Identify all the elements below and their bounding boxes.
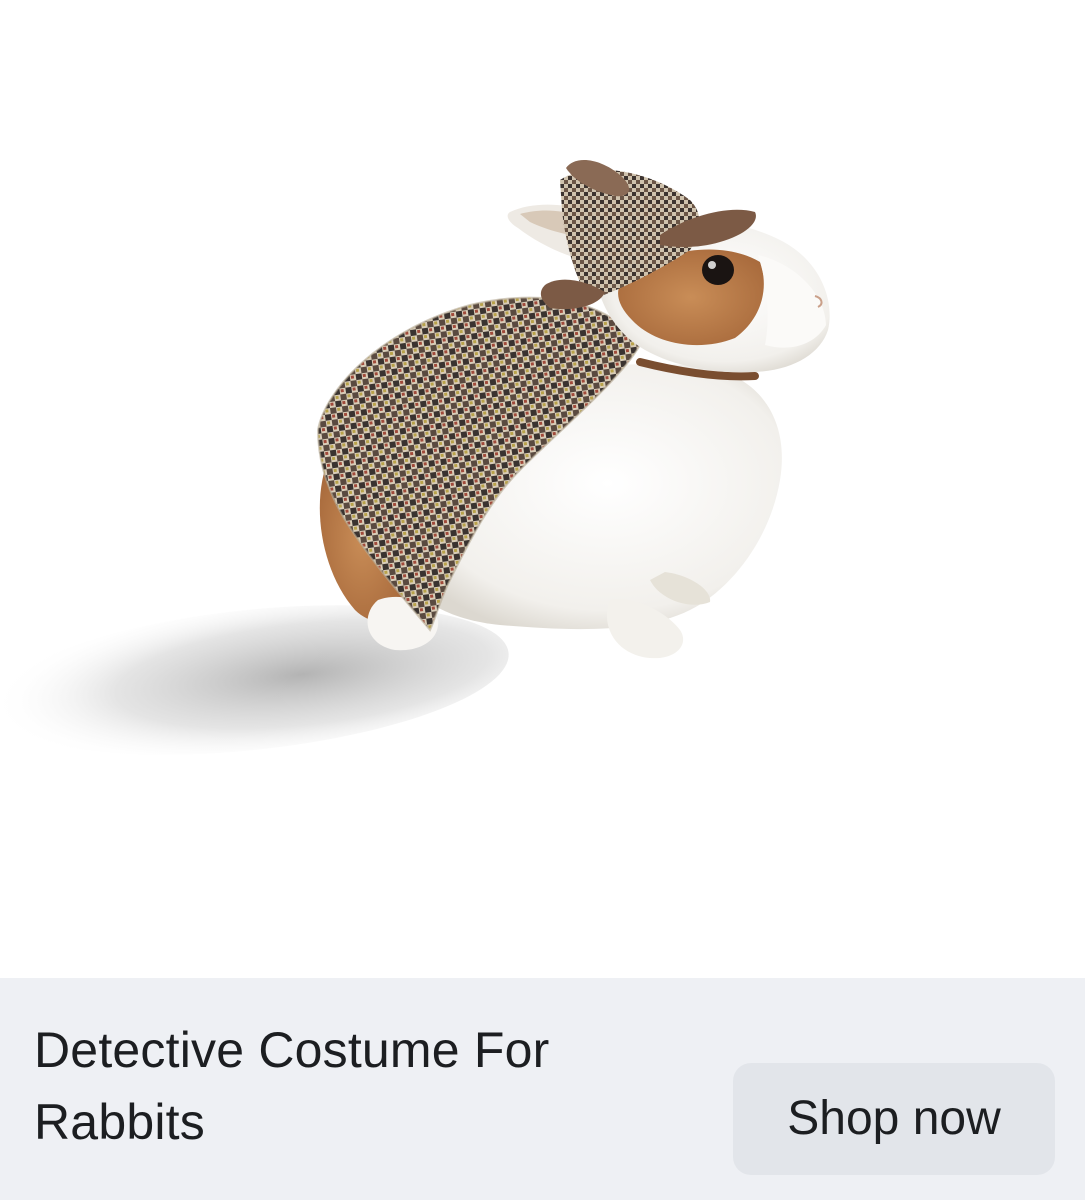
shop-now-button[interactable]: Shop now <box>733 1063 1055 1175</box>
product-image[interactable] <box>0 0 1085 978</box>
rabbit-illustration <box>0 159 830 755</box>
ad-footer: Detective Costume For Rabbits Shop now <box>0 978 1085 1200</box>
ad-card[interactable]: Detective Costume For Rabbits Shop now <box>0 0 1085 1200</box>
product-title[interactable]: Detective Costume For Rabbits <box>34 1014 694 1158</box>
